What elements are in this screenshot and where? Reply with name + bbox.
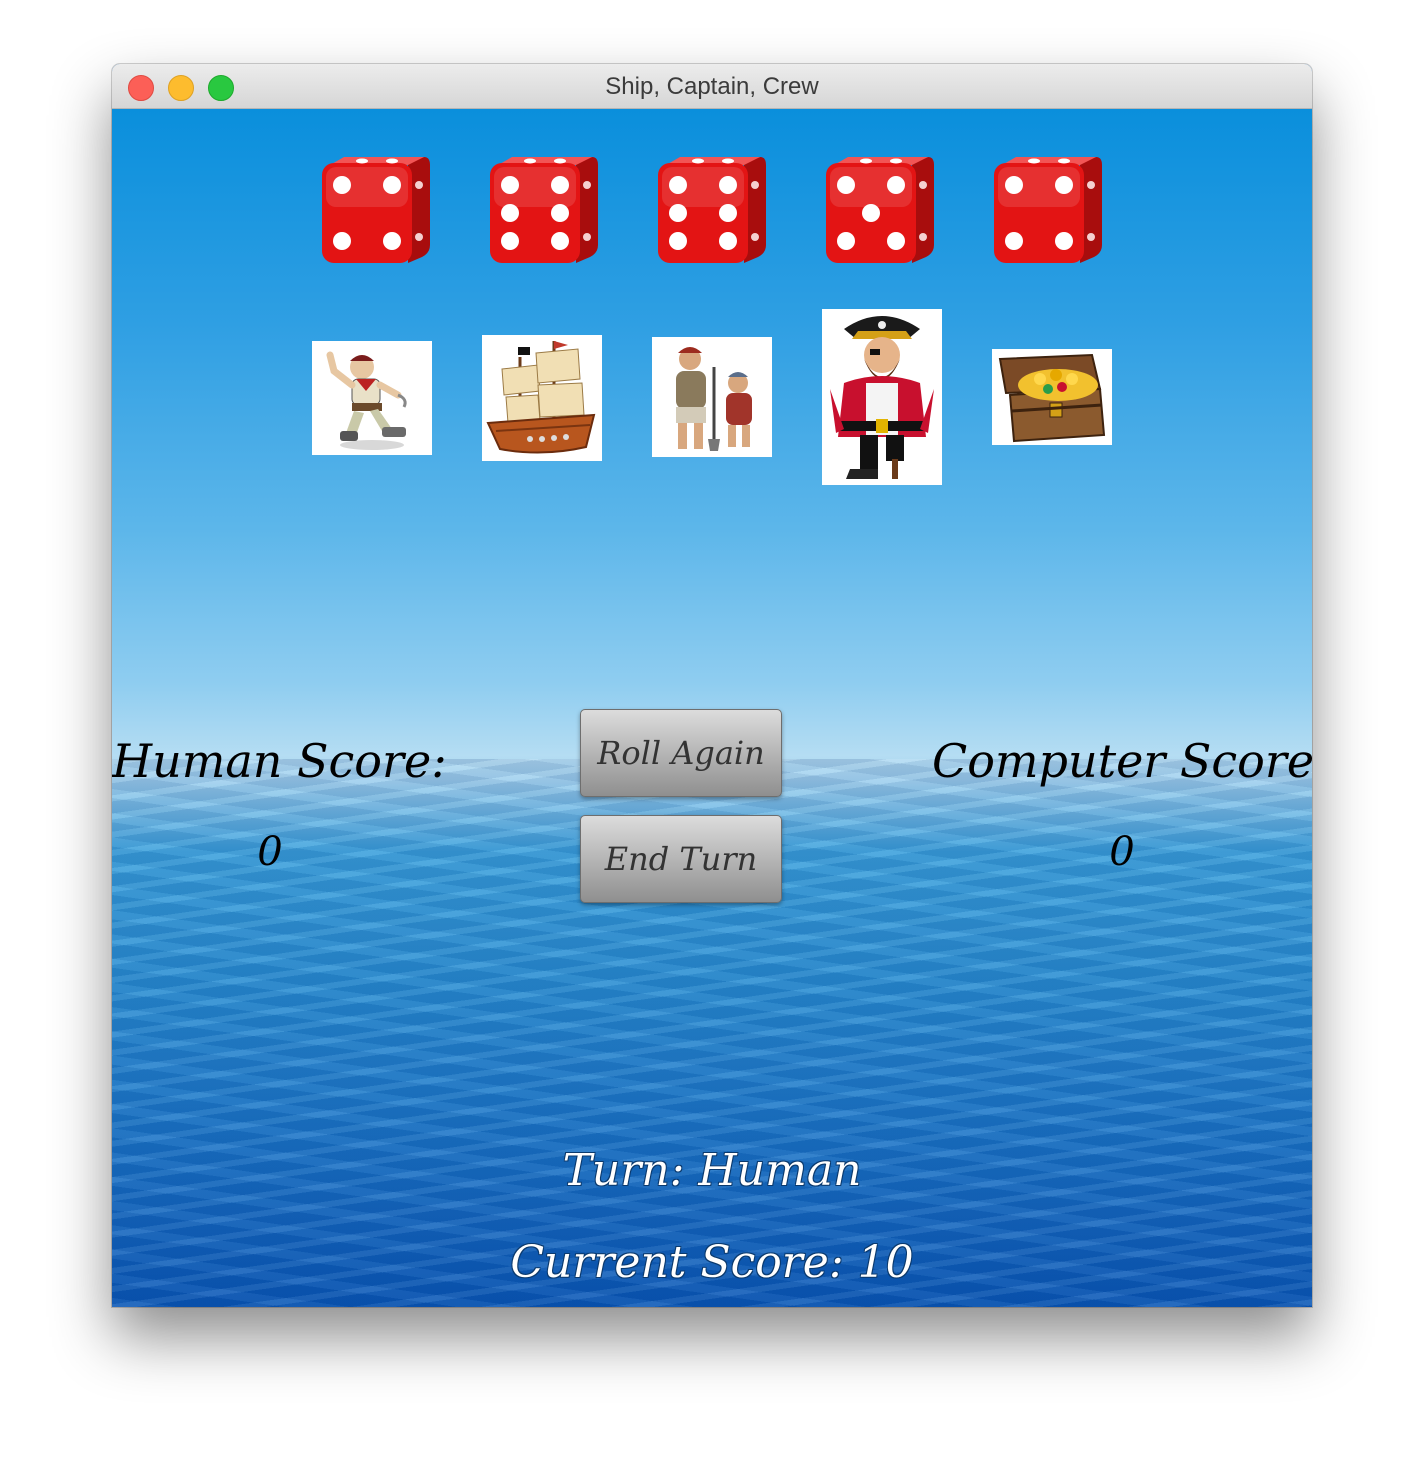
treasure-chest-icon <box>992 349 1112 445</box>
human-score-value: 0 <box>257 829 283 875</box>
crew-pair-icon <box>652 337 772 457</box>
game-board: Human Score: 0 Computer Score: 0 Roll Ag… <box>112 109 1312 1307</box>
die-pip <box>1055 232 1073 250</box>
turn-indicator: Turn: Human <box>562 1145 862 1196</box>
die-pip <box>501 176 519 194</box>
die-pip <box>669 176 687 194</box>
die-pip <box>887 176 905 194</box>
die-pip <box>333 176 351 194</box>
die-4[interactable] <box>826 157 934 263</box>
ship-icon <box>482 335 602 461</box>
computer-score-label: Computer Score: <box>932 734 1312 788</box>
die-2[interactable] <box>490 157 598 263</box>
die-pip <box>551 204 569 222</box>
die-pip <box>719 204 737 222</box>
die-pip <box>333 232 351 250</box>
die-pip <box>1055 176 1073 194</box>
die-pip <box>887 232 905 250</box>
die-3[interactable] <box>658 157 766 263</box>
die-pip <box>383 176 401 194</box>
die-5[interactable] <box>994 157 1102 263</box>
captain-icon <box>822 309 942 485</box>
die-pip <box>719 232 737 250</box>
human-score-label: Human Score: <box>112 734 447 788</box>
die-pip <box>501 204 519 222</box>
die-pip <box>1005 232 1023 250</box>
crew-pirate-icon <box>312 341 432 455</box>
die-pip <box>837 176 855 194</box>
die-pip <box>669 204 687 222</box>
current-score: Current Score: 10 <box>510 1237 914 1288</box>
die-pip <box>837 232 855 250</box>
die-pip <box>862 204 880 222</box>
die-pip <box>383 232 401 250</box>
app-window: Ship, Captain, Crew Human Score: 0 Compu… <box>112 64 1312 1307</box>
roll-again-button[interactable]: Roll Again <box>580 709 782 797</box>
die-pip <box>551 176 569 194</box>
end-turn-button[interactable]: End Turn <box>580 815 782 903</box>
die-pip <box>1005 176 1023 194</box>
title-bar: Ship, Captain, Crew <box>112 64 1312 109</box>
computer-score-value: 0 <box>1109 829 1135 875</box>
die-pip <box>501 232 519 250</box>
die-1[interactable] <box>322 157 430 263</box>
die-pip <box>551 232 569 250</box>
die-pip <box>719 176 737 194</box>
die-pip <box>669 232 687 250</box>
window-title: Ship, Captain, Crew <box>605 73 819 100</box>
